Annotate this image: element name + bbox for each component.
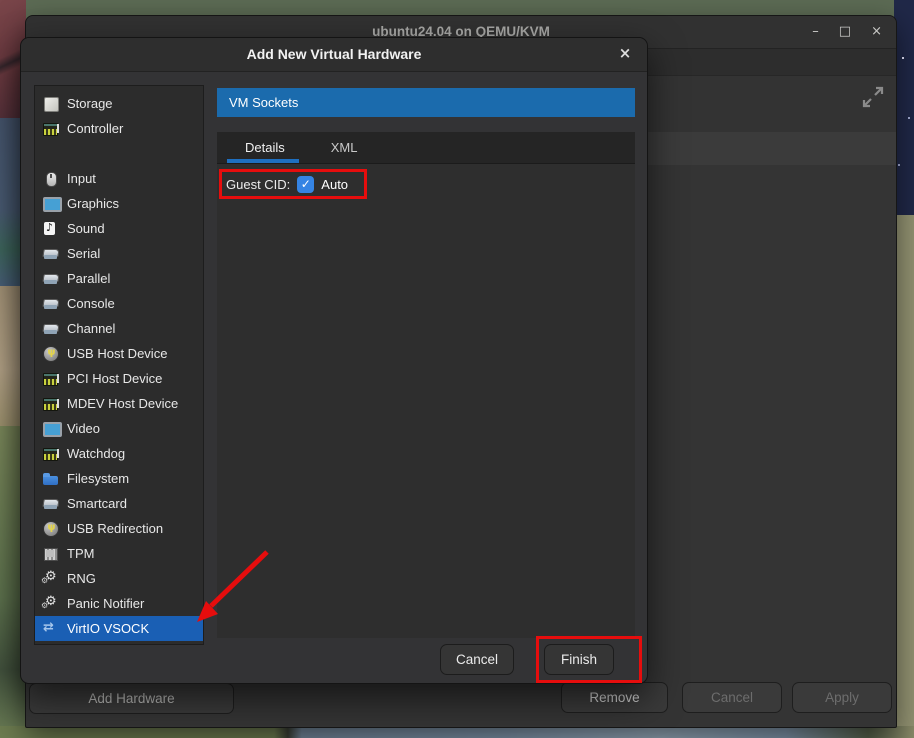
panel-tabbar: Details XML	[217, 132, 635, 164]
panel-content	[217, 164, 635, 638]
cancel-button[interactable]: Cancel	[440, 644, 514, 675]
sidebar-item-video[interactable]: Video	[35, 416, 203, 441]
sidebar-item-spacer	[35, 141, 203, 166]
finish-button[interactable]: Finish	[544, 644, 614, 675]
auto-checkbox[interactable]: ✓	[297, 176, 314, 193]
gears-icon	[42, 595, 59, 612]
sidebar-item-usb-host[interactable]: USB Host Device	[35, 341, 203, 366]
sidebar-item-storage[interactable]: Storage	[35, 91, 203, 116]
tab-details[interactable]: Details	[239, 132, 291, 163]
blank-icon	[42, 145, 59, 162]
sidebar-item-smartcard[interactable]: Smartcard	[35, 491, 203, 516]
usb-icon	[42, 520, 59, 537]
monitor-icon	[42, 420, 59, 437]
vm-cancel-button[interactable]: Cancel	[682, 682, 782, 713]
tab-xml[interactable]: XML	[325, 132, 364, 163]
chip-icon	[42, 445, 59, 462]
chip-icon	[42, 370, 59, 387]
sidebar-item-graphics[interactable]: Graphics	[35, 191, 203, 216]
sidebar-item-panic-notifier[interactable]: Panic Notifier	[35, 591, 203, 616]
sidebar-item-parallel[interactable]: Parallel	[35, 266, 203, 291]
usb-icon	[42, 345, 59, 362]
device-icon	[42, 320, 59, 337]
chip-icon	[42, 120, 59, 137]
sidebar-item-tpm[interactable]: TPM	[35, 541, 203, 566]
chip-icon	[42, 395, 59, 412]
guest-cid-annotation-box: Guest CID: ✓ Auto	[219, 169, 367, 199]
sidebar-item-watchdog[interactable]: Watchdog	[35, 441, 203, 466]
device-icon	[42, 245, 59, 262]
dialog-title: Add New Virtual Hardware	[21, 46, 647, 62]
storage-icon	[42, 95, 59, 112]
fullscreen-expand-icon[interactable]	[860, 84, 886, 110]
tpm-chip-icon	[42, 545, 59, 562]
sidebar-item-channel[interactable]: Channel	[35, 316, 203, 341]
add-hardware-dialog: Add New Virtual Hardware × Storage Contr…	[20, 37, 648, 684]
sidebar-item-virtio-vsock[interactable]: VirtIO VSOCK	[35, 616, 203, 641]
maximize-icon[interactable]: □	[839, 23, 851, 41]
mouse-icon	[42, 170, 59, 187]
sidebar-item-filesystem[interactable]: Filesystem	[35, 466, 203, 491]
sidebar-item-pci-host[interactable]: PCI Host Device	[35, 366, 203, 391]
sync-arrows-icon	[42, 620, 59, 637]
remove-button[interactable]: Remove	[561, 682, 668, 713]
sidebar-item-controller[interactable]: Controller	[35, 116, 203, 141]
folder-icon	[42, 470, 59, 487]
sidebar-item-serial[interactable]: Serial	[35, 241, 203, 266]
apply-button[interactable]: Apply	[792, 682, 892, 713]
hardware-type-list: Storage Controller Input Graphics Sound …	[34, 85, 204, 645]
auto-checkbox-label: Auto	[321, 177, 348, 192]
dialog-titlebar[interactable]: Add New Virtual Hardware ×	[21, 38, 647, 72]
wallpaper-segment	[894, 0, 914, 215]
close-icon[interactable]: ×	[871, 23, 882, 41]
add-hardware-button[interactable]: Add Hardware	[29, 683, 234, 714]
device-icon	[42, 495, 59, 512]
sidebar-item-usb-redirection[interactable]: USB Redirection	[35, 516, 203, 541]
sidebar-item-input[interactable]: Input	[35, 166, 203, 191]
minimize-icon[interactable]: –	[812, 23, 819, 41]
panel-header-vm-sockets: VM Sockets	[217, 88, 635, 117]
sound-icon	[42, 220, 59, 237]
sidebar-item-console[interactable]: Console	[35, 291, 203, 316]
device-icon	[42, 270, 59, 287]
sidebar-item-mdev-host[interactable]: MDEV Host Device	[35, 391, 203, 416]
wallpaper-segment	[894, 215, 914, 738]
monitor-icon	[42, 195, 59, 212]
sidebar-item-sound[interactable]: Sound	[35, 216, 203, 241]
guest-cid-label: Guest CID:	[226, 177, 290, 192]
gears-icon	[42, 570, 59, 587]
sidebar-item-rng[interactable]: RNG	[35, 566, 203, 591]
dialog-close-icon[interactable]: ×	[615, 44, 635, 62]
device-icon	[42, 295, 59, 312]
